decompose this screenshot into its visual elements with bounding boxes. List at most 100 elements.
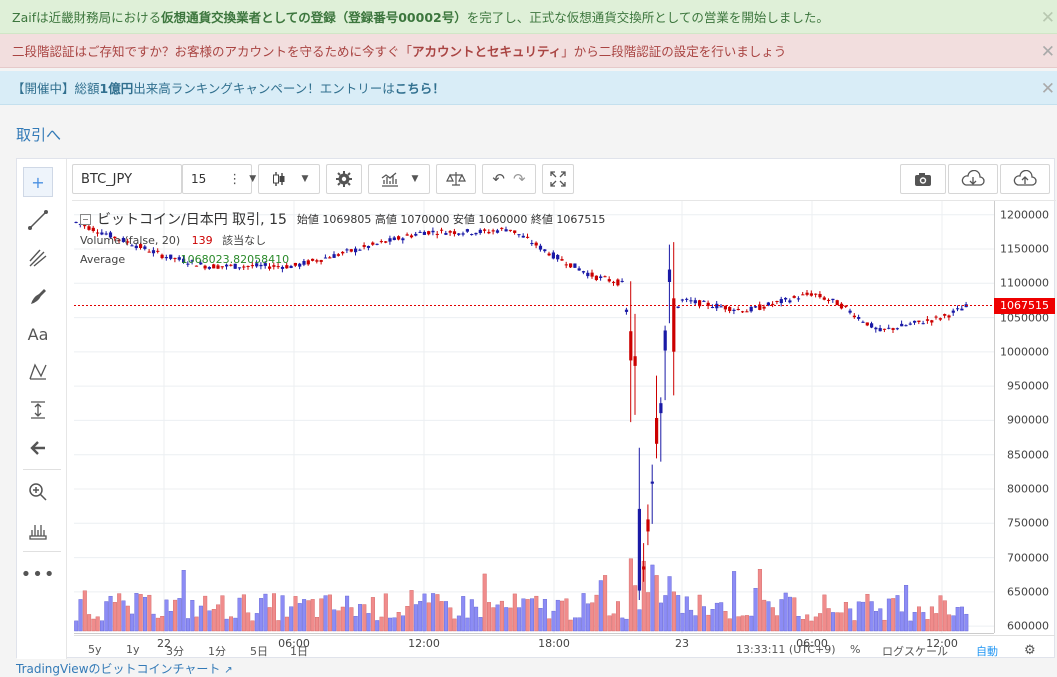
candle-body (397, 236, 401, 240)
volume-bar (680, 612, 685, 632)
volume-bar (762, 599, 767, 632)
volume-bar (74, 620, 79, 632)
range-1m[interactable]: 1分 (208, 643, 226, 659)
volume-bar (740, 615, 745, 632)
price-tick-label: 900000 (1007, 413, 1049, 427)
percent-toggle[interactable]: % (850, 643, 860, 656)
cloud-download-icon (961, 170, 985, 186)
crosshair-icon[interactable]: + (23, 167, 53, 197)
close-icon[interactable]: ✕ (1041, 8, 1055, 28)
range-3m[interactable]: 3分 (166, 643, 184, 659)
volume-bar (577, 617, 582, 632)
candle-body (556, 254, 560, 260)
volume-bar (714, 602, 719, 632)
undo-icon[interactable]: ↶ (492, 170, 505, 188)
volume-bar (181, 570, 186, 632)
volume-bar (155, 617, 160, 632)
volume-bar (564, 598, 569, 632)
range-5y[interactable]: 5y (88, 643, 102, 656)
candle-body (336, 254, 340, 256)
volume-bar (173, 599, 178, 632)
volume-bar (456, 615, 461, 632)
candle-body (956, 308, 960, 310)
save-chart-button[interactable] (1000, 164, 1050, 194)
fullscreen-button[interactable] (542, 164, 574, 194)
volume-bar (508, 607, 513, 632)
volume-bar (955, 607, 960, 632)
volume-bar (594, 594, 599, 632)
volume-bar (904, 585, 909, 632)
pitchfork-icon[interactable] (23, 243, 53, 273)
volume-bar (491, 607, 496, 632)
volume-legend: Volume (false, 20) 139 該当なし (80, 232, 266, 248)
volume-bar (534, 595, 539, 632)
volume-bar (233, 617, 238, 632)
volume-bar (388, 617, 393, 632)
indicators-button[interactable]: ▼ (368, 164, 430, 194)
volume-bar (125, 605, 130, 632)
settings-button[interactable] (326, 164, 362, 194)
fullscreen-icon (550, 171, 566, 187)
snapshot-button[interactable] (900, 164, 946, 194)
volume-bar (676, 595, 681, 632)
measure-icon[interactable] (23, 395, 53, 425)
volume-bar (659, 602, 664, 632)
trend-line-icon[interactable] (23, 205, 53, 235)
back-to-trade-link[interactable]: 取引へ (16, 124, 61, 145)
candle-body (685, 298, 689, 300)
candle-body (848, 310, 852, 313)
candle-body (723, 305, 727, 310)
volume-bar (895, 595, 900, 632)
volume-bar (392, 617, 397, 632)
candle-body (362, 245, 366, 247)
redo-icon[interactable]: ↷ (513, 170, 526, 188)
pattern-icon[interactable] (23, 357, 53, 387)
price-chart[interactable]: ビットコイン/日本円 取引, 15 始値 1069805 高値 1070000 … (74, 201, 994, 633)
more-tools-icon[interactable]: ••• (21, 559, 55, 589)
close-icon[interactable]: ✕ (1041, 79, 1055, 99)
volume-bar (108, 595, 113, 632)
volume-bar (723, 611, 728, 632)
collapse-icon[interactable] (80, 213, 91, 225)
brush-icon[interactable] (23, 281, 53, 311)
auto-scale-toggle[interactable]: 自動 (976, 643, 998, 659)
interval-select[interactable]: 15 ⋮ ▼ (182, 164, 256, 194)
range-1d[interactable]: 1日 (290, 643, 308, 659)
price-axis[interactable]: 600000 650000 700000 750000 800000 850000 9000… (994, 201, 1055, 633)
compare-button[interactable] (436, 164, 476, 194)
text-tool-icon[interactable]: Aa (23, 319, 53, 349)
volume-bar (78, 599, 83, 632)
volume-bar (525, 599, 530, 632)
back-arrow-icon[interactable] (23, 433, 53, 463)
volume-bar (882, 619, 887, 632)
tradingview-footer-link[interactable]: TradingViewのビットコインチャート ↗ (16, 660, 233, 677)
candle-body (719, 306, 723, 308)
entry-link[interactable]: こちら！ (395, 81, 445, 96)
candle-body (732, 309, 736, 311)
range-1y[interactable]: 1y (126, 643, 140, 656)
volume-bar (185, 618, 190, 632)
candle-body (242, 266, 246, 268)
chart-style-button[interactable]: ▼ (258, 164, 320, 194)
volume-bar (929, 606, 934, 632)
account-security-link[interactable]: アカウントとセキュリティ (412, 44, 561, 59)
load-chart-button[interactable] (948, 164, 998, 194)
symbol-search-input[interactable]: BTC_JPY (72, 164, 182, 194)
range-5d[interactable]: 5日 (250, 643, 268, 659)
candle-body (551, 252, 555, 259)
volume-bar (469, 599, 474, 632)
ruler-icon[interactable] (23, 515, 53, 545)
close-icon[interactable]: ✕ (1041, 42, 1055, 62)
log-scale-toggle[interactable]: ログスケール (882, 643, 948, 659)
average-legend: Average 1068023.82058410 (80, 253, 289, 266)
price-tick-label: 950000 (1007, 379, 1049, 393)
candle-body (564, 264, 568, 266)
volume-bar (228, 616, 233, 632)
volume-bar (379, 616, 384, 632)
zoom-in-icon[interactable] (23, 477, 53, 507)
gear-icon[interactable]: ⚙ (1024, 643, 1036, 658)
volume-bar (745, 615, 750, 632)
candle-body (401, 238, 405, 241)
candle-body (366, 245, 371, 248)
volume-bar (499, 600, 504, 632)
